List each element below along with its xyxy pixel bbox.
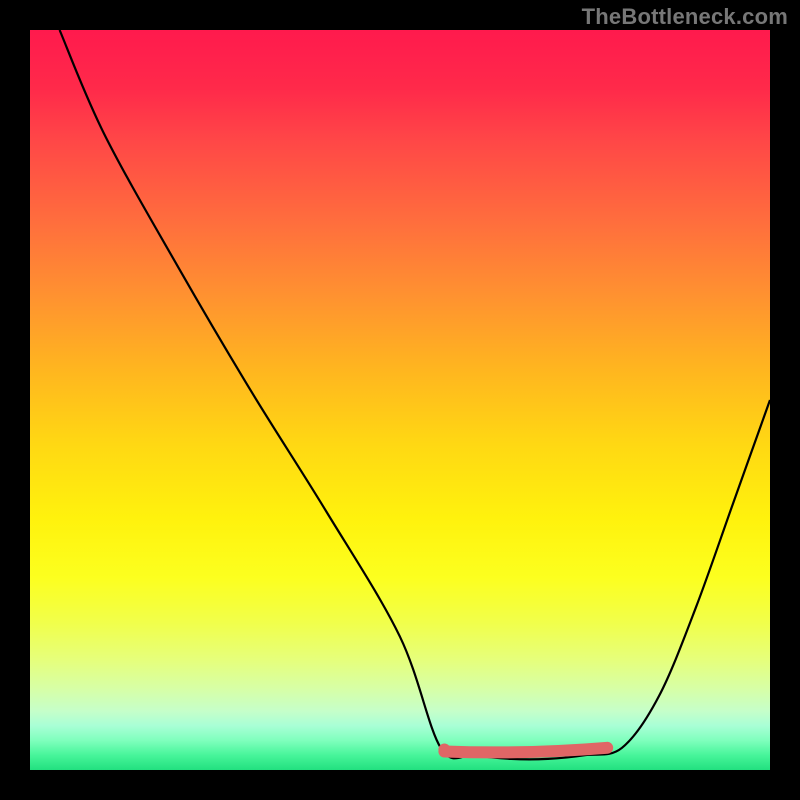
curve-layer bbox=[30, 30, 770, 770]
bottleneck-curve bbox=[60, 30, 770, 759]
plot-area bbox=[30, 30, 770, 770]
highlight-start-dot bbox=[438, 744, 450, 756]
chart-stage: TheBottleneck.com bbox=[0, 0, 800, 800]
highlight-band bbox=[444, 748, 607, 753]
watermark-title: TheBottleneck.com bbox=[582, 4, 788, 30]
